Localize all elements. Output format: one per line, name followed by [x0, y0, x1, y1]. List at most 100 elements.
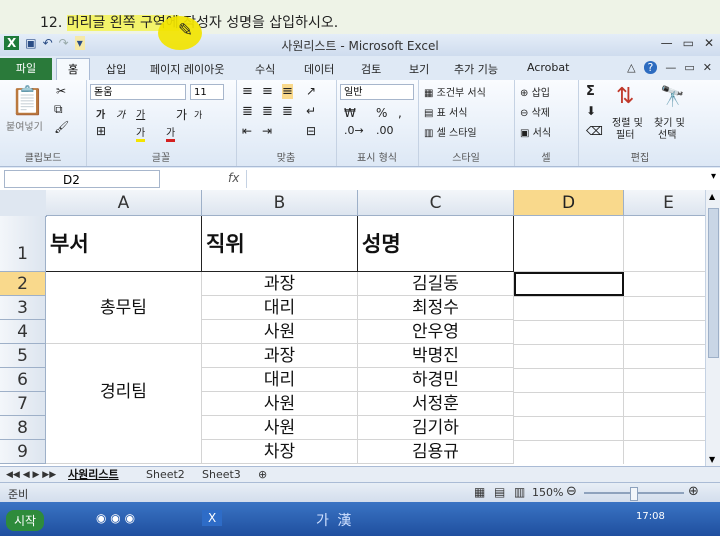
- tab-home[interactable]: 홈: [56, 58, 90, 81]
- name-cell[interactable]: 하경민: [358, 368, 514, 392]
- column-header-b[interactable]: B: [202, 190, 358, 216]
- sort-filter-label-2[interactable]: 필터: [616, 126, 634, 141]
- cell-d1[interactable]: [514, 216, 624, 272]
- selected-cell-d2[interactable]: [514, 272, 624, 296]
- comma-button[interactable]: ,: [398, 106, 402, 120]
- view-normal-icon[interactable]: ▦: [474, 485, 485, 499]
- ribbon-collapse-icon[interactable]: △: [627, 61, 635, 74]
- tab-acrobat[interactable]: Acrobat: [527, 61, 569, 74]
- spreadsheet-grid[interactable]: A B C D E 1 2 3 4 5 6 7 8 9 부서 직위 성명 총무팀…: [0, 190, 705, 466]
- header-cell-name[interactable]: 성명: [358, 216, 514, 272]
- find-select-label-2[interactable]: 선택: [658, 126, 676, 141]
- sheet-tab[interactable]: Sheet3: [202, 467, 241, 483]
- row-header-6[interactable]: 6: [0, 368, 46, 392]
- fx-icon[interactable]: fx: [228, 171, 239, 185]
- scroll-up-icon[interactable]: ▲: [709, 192, 715, 201]
- column-header-d[interactable]: D: [514, 190, 624, 216]
- name-cell[interactable]: 김기하: [358, 416, 514, 440]
- doc-minimize-icon[interactable]: —: [665, 61, 676, 74]
- scroll-down-icon[interactable]: ▼: [709, 455, 715, 464]
- bold-button[interactable]: 가: [96, 106, 105, 121]
- tab-file[interactable]: 파일: [0, 58, 52, 80]
- tab-formulas[interactable]: 수식: [255, 61, 275, 77]
- taskbar-excel-icon[interactable]: X: [202, 510, 223, 526]
- align-left-icon[interactable]: ≣: [242, 104, 253, 119]
- view-page-break-icon[interactable]: ▥: [514, 485, 525, 499]
- minimize-icon[interactable]: —: [661, 36, 673, 50]
- fill-color-button[interactable]: 가: [136, 124, 146, 142]
- underline-button[interactable]: 가: [136, 106, 145, 121]
- row-header-3[interactable]: 3: [0, 296, 46, 320]
- cut-icon[interactable]: ✂: [56, 84, 66, 98]
- zoom-level[interactable]: 150%: [532, 486, 563, 499]
- name-cell[interactable]: 서정훈: [358, 392, 514, 416]
- decrease-indent-icon[interactable]: ⇤: [242, 124, 252, 138]
- name-box[interactable]: D2: [4, 170, 160, 188]
- orientation-icon[interactable]: ↗: [306, 84, 316, 98]
- position-cell[interactable]: 대리: [202, 368, 358, 392]
- fill-icon[interactable]: ⬇: [586, 104, 596, 118]
- align-bottom-icon[interactable]: ≡: [282, 84, 293, 99]
- column-header-e[interactable]: E: [624, 190, 705, 216]
- tab-review[interactable]: 검토: [361, 61, 381, 77]
- tab-data[interactable]: 데이터: [304, 61, 334, 77]
- shrink-font-button[interactable]: 가: [194, 108, 202, 121]
- delete-cells-button[interactable]: ⊖ 삭제: [520, 104, 550, 119]
- column-header-a[interactable]: A: [46, 190, 202, 216]
- sheet-tab-active[interactable]: 사원리스트: [68, 467, 119, 483]
- restore-icon[interactable]: ▭: [683, 36, 694, 50]
- doc-close-icon[interactable]: ✕: [703, 61, 712, 74]
- name-cell[interactable]: 박명진: [358, 344, 514, 368]
- increase-decimal-icon[interactable]: .0→: [344, 124, 364, 137]
- position-cell[interactable]: 대리: [202, 296, 358, 320]
- row-header-1[interactable]: 1: [0, 216, 46, 272]
- tab-view[interactable]: 보기: [409, 61, 429, 77]
- copy-icon[interactable]: ⧉: [54, 102, 63, 117]
- align-right-icon[interactable]: ≣: [282, 104, 293, 119]
- align-center-icon[interactable]: ≣: [262, 104, 273, 119]
- header-cell-position[interactable]: 직위: [202, 216, 358, 272]
- align-middle-icon[interactable]: ≡: [262, 84, 273, 99]
- font-color-button[interactable]: 가: [166, 124, 176, 142]
- position-cell[interactable]: 사원: [202, 416, 358, 440]
- sheet-nav-icons[interactable]: ◀◀ ◀ ▶ ▶▶: [6, 467, 56, 483]
- insert-sheet-icon[interactable]: ⊕: [258, 467, 267, 483]
- currency-icon[interactable]: ₩: [344, 106, 356, 120]
- cell-styles-button[interactable]: ▥ 셀 스타일: [424, 124, 477, 139]
- merge-center-icon[interactable]: ⊟: [306, 124, 316, 138]
- number-format-select[interactable]: 일반: [340, 84, 414, 100]
- start-button[interactable]: 시작: [6, 510, 45, 531]
- find-select-icon[interactable]: 🔭: [660, 84, 685, 108]
- increase-indent-icon[interactable]: ⇥: [262, 124, 272, 138]
- row-header-2[interactable]: 2: [0, 272, 46, 296]
- help-icon[interactable]: ?: [643, 61, 658, 74]
- font-name-select[interactable]: 돋움: [90, 84, 186, 100]
- tab-insert[interactable]: 삽입: [106, 61, 126, 77]
- close-icon[interactable]: ✕: [704, 36, 714, 50]
- sheet-tab[interactable]: Sheet2: [146, 467, 185, 483]
- cell-e1[interactable]: [624, 216, 705, 272]
- paste-icon[interactable]: 📋: [10, 84, 45, 117]
- position-cell[interactable]: 과장: [202, 344, 358, 368]
- position-cell[interactable]: 차장: [202, 440, 358, 464]
- view-page-layout-icon[interactable]: ▤: [494, 485, 505, 499]
- name-cell[interactable]: 안우영: [358, 320, 514, 344]
- header-cell-department[interactable]: 부서: [46, 216, 202, 272]
- position-cell[interactable]: 사원: [202, 320, 358, 344]
- name-cell[interactable]: 김용규: [358, 440, 514, 464]
- column-header-c[interactable]: C: [358, 190, 514, 216]
- name-cell[interactable]: 김길동: [358, 272, 514, 296]
- border-icon[interactable]: ⊞: [96, 124, 106, 138]
- department-cell[interactable]: 경리팀: [46, 344, 202, 464]
- autosum-button[interactable]: Σ: [586, 84, 595, 99]
- row-header-5[interactable]: 5: [0, 344, 46, 368]
- font-size-select[interactable]: 11: [190, 84, 224, 100]
- align-top-icon[interactable]: ≡: [242, 84, 253, 99]
- insert-cells-button[interactable]: ⊕ 삽입: [520, 84, 550, 99]
- taskbar-app-icons[interactable]: ◉ ◉ ◉: [96, 511, 135, 525]
- format-painter-icon[interactable]: 🖌: [54, 120, 69, 134]
- tab-page-layout[interactable]: 페이지 레이아웃: [150, 61, 224, 77]
- position-cell[interactable]: 사원: [202, 392, 358, 416]
- position-cell[interactable]: 과장: [202, 272, 358, 296]
- name-cell[interactable]: 최정수: [358, 296, 514, 320]
